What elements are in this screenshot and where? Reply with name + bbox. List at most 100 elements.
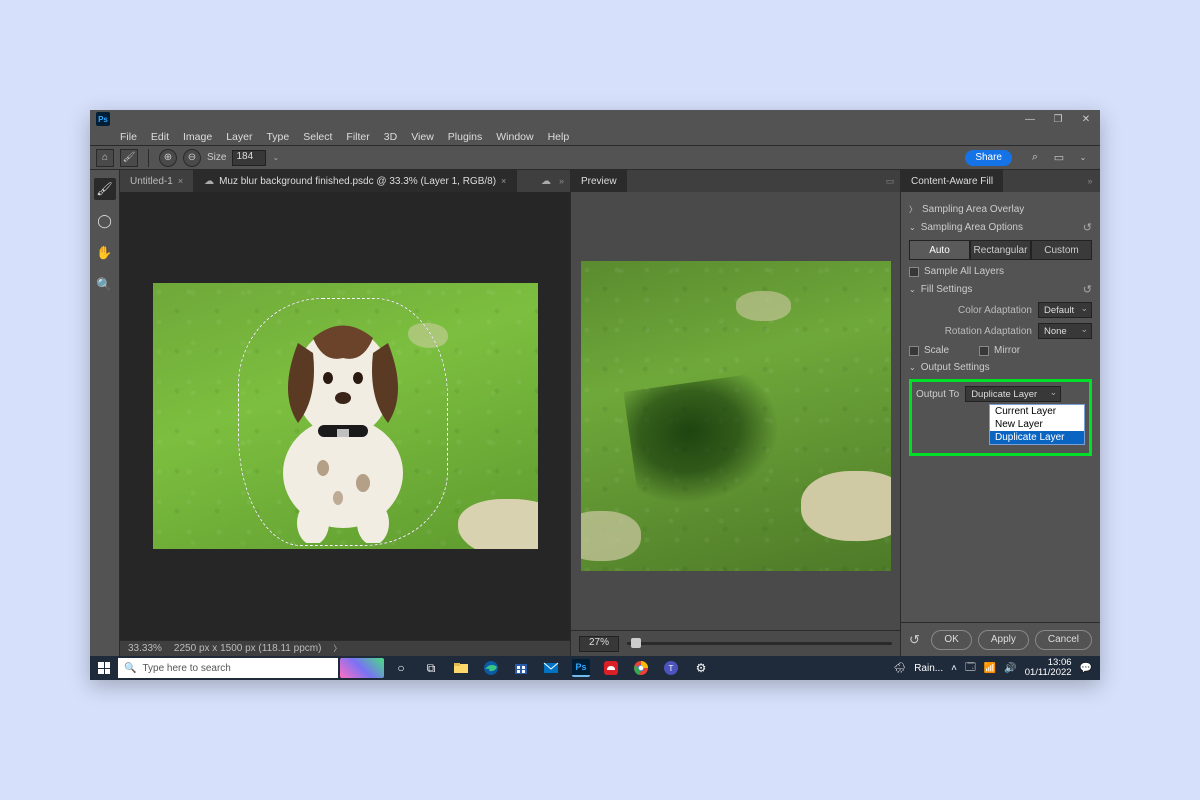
home-icon[interactable]: ⌂: [96, 149, 114, 167]
status-chevron-icon[interactable]: 〉: [333, 643, 341, 654]
menu-file[interactable]: File: [120, 131, 137, 143]
checkbox[interactable]: [909, 346, 919, 356]
sampling-auto-button[interactable]: Auto: [909, 240, 970, 260]
canvas[interactable]: [120, 192, 570, 640]
preview-zoom-slider[interactable]: [627, 642, 892, 645]
expand-tabs-icon[interactable]: »: [559, 176, 564, 187]
wifi-icon[interactable]: 📶: [984, 663, 996, 674]
checkbox[interactable]: [909, 267, 919, 277]
reset-section-icon[interactable]: ↺: [1083, 283, 1092, 296]
lasso-tool-icon[interactable]: ◯: [94, 210, 116, 232]
document-tabs: Untitled-1 × ☁ Muz blur background finis…: [120, 170, 570, 192]
preview-zoom-input[interactable]: 27%: [579, 636, 619, 652]
color-adaptation-label: Color Adaptation: [958, 305, 1032, 316]
mirror-checkbox-row[interactable]: Mirror: [979, 345, 1020, 356]
current-tool-icon[interactable]: 🖌: [120, 149, 138, 167]
output-settings-section[interactable]: ⌄ Output Settings: [909, 362, 1092, 373]
workspace-switcher-icon[interactable]: ▭: [1052, 151, 1066, 165]
news-widget-thumbnail[interactable]: [340, 658, 384, 678]
document-tab-2[interactable]: ☁ Muz blur background finished.psdc @ 33…: [194, 170, 517, 192]
slider-thumb[interactable]: [631, 638, 641, 648]
sampling-brush-subtract-icon[interactable]: ⊖: [183, 149, 201, 167]
close-tab-icon[interactable]: ×: [501, 176, 506, 186]
weather-text[interactable]: Rain...: [914, 663, 943, 674]
sampling-overlay-section[interactable]: 〉 Sampling Area Overlay: [909, 204, 1092, 215]
sampling-options-section[interactable]: ⌄ Sampling Area Options ↺: [909, 221, 1092, 234]
battery-icon[interactable]: 🗔: [965, 660, 976, 677]
apply-button[interactable]: Apply: [978, 630, 1029, 650]
source-image: [153, 283, 538, 549]
tray-chevron-icon[interactable]: ˄: [951, 663, 957, 674]
zoom-tool-icon[interactable]: 🔍: [94, 274, 116, 296]
file-explorer-icon[interactable]: [448, 656, 474, 680]
brush-size-input[interactable]: 184: [232, 150, 266, 166]
panel-collapse-icon[interactable]: ▭: [880, 176, 900, 187]
paving-stone: [801, 471, 891, 541]
settings-icon[interactable]: ⚙: [688, 656, 714, 680]
chevron-down-icon[interactable]: ⌄: [1076, 151, 1090, 165]
taskbar-clock[interactable]: 13:06 01/11/2022: [1025, 658, 1072, 678]
hand-tool-icon[interactable]: ✋: [94, 242, 116, 264]
photoshop-taskbar-icon[interactable]: Ps: [568, 656, 594, 680]
scale-checkbox-row[interactable]: Scale: [909, 345, 949, 356]
chrome-icon[interactable]: [628, 656, 654, 680]
menu-edit[interactable]: Edit: [151, 131, 169, 143]
reset-section-icon[interactable]: ↺: [1083, 221, 1092, 234]
color-adaptation-dropdown[interactable]: Default: [1038, 302, 1092, 318]
cloud-sync-icon[interactable]: ☁: [541, 176, 551, 187]
document-tab-1[interactable]: Untitled-1 ×: [120, 170, 194, 192]
caf-tab[interactable]: Content-Aware Fill: [901, 170, 1003, 192]
menu-select[interactable]: Select: [303, 131, 332, 143]
weather-icon[interactable]: 🌧: [894, 663, 907, 674]
mail-icon[interactable]: [538, 656, 564, 680]
sampling-custom-button[interactable]: Custom: [1031, 240, 1092, 260]
microsoft-store-icon[interactable]: [508, 656, 534, 680]
notifications-icon[interactable]: 💬: [1080, 663, 1092, 674]
menu-help[interactable]: Help: [548, 131, 570, 143]
menu-3d[interactable]: 3D: [384, 131, 397, 143]
cancel-button[interactable]: Cancel: [1035, 630, 1092, 650]
teams-icon[interactable]: T: [658, 656, 684, 680]
taskbar-search[interactable]: 🔍 Type here to search: [118, 658, 338, 678]
sampling-brush-add-icon[interactable]: ⊕: [159, 149, 177, 167]
close-tab-icon[interactable]: ×: [178, 176, 183, 186]
size-dropdown-icon[interactable]: ⌄: [272, 153, 279, 162]
cortana-icon[interactable]: ○: [388, 656, 414, 680]
edge-browser-icon[interactable]: [478, 656, 504, 680]
search-icon[interactable]: ⌕: [1028, 151, 1042, 165]
preview-tab[interactable]: Preview: [571, 170, 627, 192]
content-aware-fill-panel: Content-Aware Fill » 〉 Sampling Area Ove…: [900, 170, 1100, 656]
tab-label: Muz blur background finished.psdc @ 33.3…: [219, 176, 496, 187]
sample-all-layers-row[interactable]: Sample All Layers: [909, 266, 1092, 277]
status-bar: 33.33% 2250 px x 1500 px (118.11 ppcm) 〉: [120, 640, 570, 656]
dropdown-option-current-layer[interactable]: Current Layer: [990, 405, 1084, 418]
zoom-percentage[interactable]: 33.33%: [128, 643, 162, 654]
output-to-dropdown[interactable]: Duplicate Layer: [965, 386, 1061, 402]
maximize-button[interactable]: ❐: [1044, 110, 1072, 128]
menu-layer[interactable]: Layer: [226, 131, 252, 143]
menu-window[interactable]: Window: [496, 131, 533, 143]
dropdown-option-new-layer[interactable]: New Layer: [990, 418, 1084, 431]
sampling-rectangular-button[interactable]: Rectangular: [970, 240, 1031, 260]
volume-icon[interactable]: 🔊: [1004, 663, 1016, 674]
panel-expand-icon[interactable]: »: [1080, 176, 1100, 186]
checkbox[interactable]: [979, 346, 989, 356]
fill-settings-section[interactable]: ⌄ Fill Settings ↺: [909, 283, 1092, 296]
dropdown-option-duplicate-layer[interactable]: Duplicate Layer: [990, 431, 1084, 444]
rotation-adaptation-dropdown[interactable]: None: [1038, 323, 1092, 339]
minimize-button[interactable]: —: [1016, 110, 1044, 128]
menu-type[interactable]: Type: [266, 131, 289, 143]
start-button[interactable]: [90, 656, 118, 680]
close-button[interactable]: ✕: [1072, 110, 1100, 128]
menu-image[interactable]: Image: [183, 131, 212, 143]
share-button[interactable]: Share: [965, 150, 1012, 166]
task-view-icon[interactable]: ⧉: [418, 656, 444, 680]
sampling-brush-tool-icon[interactable]: 🖌: [94, 178, 116, 200]
creative-cloud-icon[interactable]: [598, 656, 624, 680]
menu-filter[interactable]: Filter: [346, 131, 369, 143]
ok-button[interactable]: OK: [931, 630, 971, 650]
preview-canvas[interactable]: [571, 192, 900, 630]
reset-all-icon[interactable]: ↺: [909, 632, 920, 648]
menu-view[interactable]: View: [411, 131, 434, 143]
menu-plugins[interactable]: Plugins: [448, 131, 482, 143]
